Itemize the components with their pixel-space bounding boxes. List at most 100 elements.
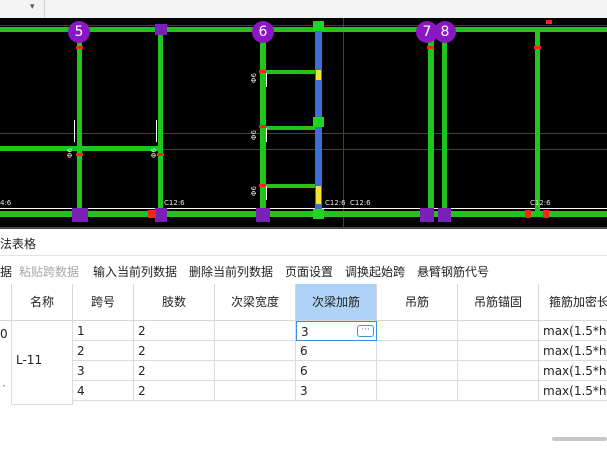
span-cell[interactable]: 4 (73, 381, 134, 401)
rebar-add-cell[interactable]: 3 (296, 381, 377, 401)
column-b (158, 27, 163, 217)
dense-length-cell[interactable]: max(1.5*h,5 (539, 361, 607, 381)
axis-badge-5: 5 (68, 21, 90, 43)
hanger-cell[interactable] (377, 381, 458, 401)
rebar-add-cell[interactable]: 6 (296, 361, 377, 381)
width-cell[interactable] (215, 381, 296, 401)
beam-bottom-line (0, 208, 607, 209)
span-cell[interactable]: 1 (73, 321, 134, 341)
column-block (155, 208, 167, 222)
column-block (155, 24, 167, 35)
column-block (72, 208, 88, 222)
leader-line (266, 128, 267, 142)
cad-drawing-canvas[interactable]: 5 6 7 8 4:6 C12:6 C12:6 C12:6 C12:6 Φ6 Φ… (0, 18, 607, 227)
header-secondary-beam-width[interactable]: 次梁宽度 (215, 284, 296, 321)
width-cell[interactable] (215, 321, 296, 341)
horizontal-scrollbar[interactable] (552, 437, 607, 441)
rebar-tick (259, 184, 266, 187)
dense-length-cell[interactable]: max(1.5*h,5 (539, 381, 607, 401)
span-cell[interactable]: 2 (73, 341, 134, 361)
paste-span-data-button[interactable]: 粘贴跨数据 (19, 263, 79, 280)
rebar-label: C12:6 (350, 199, 371, 207)
hanger-cell[interactable] (377, 361, 458, 381)
rebar-tick (76, 46, 83, 49)
hanger-cell[interactable] (377, 321, 458, 341)
stirrup-label: Φ6 (250, 130, 258, 140)
delete-column-data-button[interactable]: 删除当前列数据 (189, 263, 273, 280)
rebar-label: 4:6 (0, 199, 12, 207)
rebar-label: C12:6 (164, 199, 185, 207)
rebar-add-cell-selected[interactable]: 3 ··· (296, 321, 377, 341)
beam-node-green (313, 117, 324, 127)
panel-title-bar: 法表格 (0, 229, 607, 256)
dense-length-cell[interactable]: max(1.5*h,5 (539, 321, 607, 341)
row-header-partial: 0 · (0, 321, 12, 404)
leader-line (266, 186, 267, 200)
beam-short-2 (266, 126, 318, 130)
header-stirrup-dense-length[interactable]: 箍筋加密长 (539, 284, 607, 321)
table-footer (0, 436, 607, 450)
column-right (535, 27, 540, 217)
header-secondary-beam-rebar[interactable]: 次梁加筋 (296, 284, 377, 321)
beam-bottom (0, 211, 607, 217)
anchor-cell[interactable] (458, 361, 539, 381)
beam-node-green-bottom (313, 209, 324, 219)
page-settings-button[interactable]: 页面设置 (285, 263, 333, 280)
legs-cell[interactable]: 2 (134, 361, 215, 381)
stirrup-label: Φ6 (250, 73, 258, 83)
width-cell[interactable] (215, 341, 296, 361)
rebar-tick (259, 125, 266, 128)
rebar-label: C12:6 (530, 199, 551, 207)
dense-length-cell[interactable]: max(1.5*h,5 (539, 341, 607, 361)
header-span-no[interactable]: 跨号 (73, 284, 134, 321)
leader-line (74, 120, 75, 142)
leader-line (156, 120, 157, 142)
beam-top-edge (0, 25, 607, 26)
legs-cell[interactable]: 2 (134, 341, 215, 361)
beam-marker-yellow-2 (316, 186, 321, 204)
rebar-tick (427, 46, 434, 49)
stirrup-label: Φ6 (66, 148, 74, 158)
width-cell[interactable] (215, 361, 296, 381)
top-toolbar-strip: ▾ (0, 0, 607, 19)
column-block (256, 208, 270, 222)
dropdown-arrow-icon[interactable]: ▾ (30, 2, 35, 12)
beam-top (0, 27, 607, 32)
beam-name-cell[interactable]: L-11 (12, 321, 73, 405)
swap-start-span-button[interactable]: 调换起始跨 (345, 263, 405, 280)
beam-short-3 (266, 184, 318, 188)
legs-cell[interactable]: 2 (134, 321, 215, 341)
header-hanger-anchor[interactable]: 吊筋锚固 (458, 284, 539, 321)
beam-node-green-top (313, 21, 324, 31)
header-name[interactable]: 名称 (12, 284, 73, 321)
rebar-tick (534, 46, 541, 49)
anchor-cell[interactable] (458, 341, 539, 361)
rebar-tick (259, 70, 266, 73)
span-cell[interactable]: 3 (73, 361, 134, 381)
rebar-tick (546, 20, 552, 24)
cantilever-rebar-code-button[interactable]: 悬臂钢筋代号 (417, 263, 489, 280)
axis-badge-8: 8 (434, 21, 456, 43)
header-hanger-bar[interactable]: 吊筋 (377, 284, 458, 321)
leader-line (266, 73, 267, 87)
header-leg-count[interactable]: 肢数 (134, 284, 215, 321)
toolbar-item-partial[interactable]: 据 (0, 263, 12, 280)
column-block (420, 208, 434, 222)
anchor-cell[interactable] (458, 381, 539, 401)
rebar-add-cell[interactable]: 6 (296, 341, 377, 361)
axis-line-vertical (343, 18, 344, 227)
input-column-data-button[interactable]: 输入当前列数据 (93, 263, 177, 280)
legs-cell[interactable]: 2 (134, 381, 215, 401)
rebar-add-value: 3 (301, 325, 309, 339)
table-toolbar: 据 粘贴跨数据 输入当前列数据 删除当前列数据 页面设置 调换起始跨 悬臂钢筋代… (0, 256, 607, 285)
beam-marker-yellow (316, 70, 321, 80)
rebar-tick (525, 210, 531, 218)
row-header-mark: · (2, 379, 6, 393)
panel-title: 法表格 (0, 237, 37, 251)
column-axis-8 (442, 27, 447, 217)
more-options-button[interactable]: ··· (357, 325, 374, 337)
anchor-cell[interactable] (458, 321, 539, 341)
header-cell-partial (0, 284, 12, 321)
rebar-label: C12:6 (325, 199, 346, 207)
hanger-cell[interactable] (377, 341, 458, 361)
